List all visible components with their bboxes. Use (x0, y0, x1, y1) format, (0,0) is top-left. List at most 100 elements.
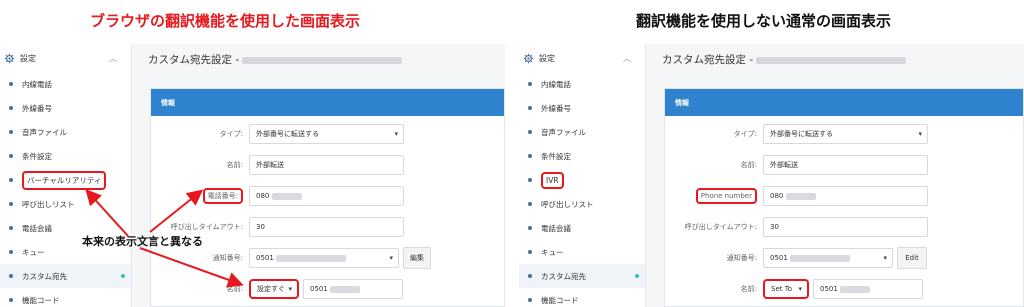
info-card: 情報 タイプ: 外部番号に転送する ▾ 名前: 外部転送 電話番号: 080 呼び… (150, 88, 505, 307)
name-label: 名前: (740, 161, 757, 169)
name-label: 名前: (226, 161, 243, 169)
type-label: タイプ: (219, 130, 243, 138)
sidebar-list: 内線電話 外線番号 音声ファイル 条件設定 IVR 呼び出しリスト 電話会議 キ… (519, 72, 645, 307)
type-select[interactable]: 外部番号に転送する ▾ (249, 124, 404, 144)
sidebar-item-external-number[interactable]: 外線番号 (0, 96, 131, 120)
set-to-value: 設定すぐ (257, 285, 285, 293)
sidebar-item-label: バーチャルリアリティ (22, 170, 107, 190)
sidebar-item-label: 内線電話 (22, 79, 52, 89)
sidebar-item-label: カスタム宛先 (22, 271, 67, 281)
bullet-icon (528, 250, 532, 254)
redacted-text (271, 192, 302, 200)
gear-icon (523, 53, 534, 63)
sidebar-item-feature-code[interactable]: 機能コード (519, 288, 645, 307)
timeout-label: 呼び出しタイムアウト: (170, 223, 243, 231)
phone-input[interactable]: 080 (249, 186, 404, 206)
active-indicator (635, 274, 639, 278)
sidebar-item-label: 音声ファイル (541, 127, 586, 137)
set-to-select[interactable]: 設定すぐ ▾ (249, 279, 299, 299)
sidebar-item-label: 音声ファイル (22, 127, 67, 137)
chevron-up-icon[interactable]: ︿ (623, 53, 631, 64)
chevron-down-icon: ▾ (394, 130, 398, 138)
bullet-icon (528, 130, 532, 134)
sidebar-item-custom-destination[interactable]: カスタム宛先 (519, 264, 645, 288)
sidebar-list: 内線電話 外線番号 音声ファイル 条件設定 バーチャルリアリティ 呼び出しリスト… (0, 72, 131, 307)
sidebar-item-extension[interactable]: 内線電話 (0, 72, 131, 96)
sidebar-item-audio-file[interactable]: 音声ファイル (519, 120, 645, 144)
redacted-text (756, 56, 907, 64)
type-select[interactable]: 外部番号に転送する ▾ (763, 124, 928, 144)
redacted-text (785, 192, 816, 200)
edit-button[interactable]: 編集 (403, 247, 431, 269)
phone-value: 080 (770, 192, 784, 200)
name2-input[interactable]: 0501 (813, 279, 923, 299)
redacted-text (840, 285, 871, 293)
chevron-up-icon[interactable]: ︿ (109, 53, 117, 64)
settings-header-label: 設定 (539, 53, 555, 63)
sidebar-item-audio-file[interactable]: 音声ファイル (0, 120, 131, 144)
card-title: 情報 (665, 89, 1023, 116)
right-caption: 翻訳機能を使用しない通常の画面表示 (636, 12, 892, 30)
bullet-icon (9, 82, 13, 86)
timeout-input[interactable]: 30 (763, 217, 928, 237)
sidebar-item-feature-code[interactable]: 機能コード (0, 288, 131, 307)
sidebar-item-label: 機能コード (541, 295, 579, 305)
bullet-icon (528, 154, 532, 158)
settings-header[interactable]: 設定 ︿ (519, 44, 645, 72)
timeout-label: 呼び出しタイムアウト: (684, 223, 757, 231)
bullet-icon (528, 298, 532, 302)
sidebar-item-extension[interactable]: 内線電話 (519, 72, 645, 96)
sidebar-item-conditions[interactable]: 条件設定 (519, 144, 645, 168)
name2-row: 名前: Set To ▾ 0501 (665, 279, 923, 299)
sidebar-item-conditions[interactable]: 条件設定 (0, 144, 131, 168)
bullet-icon (9, 274, 13, 278)
notify-select[interactable]: 0501 ▾ (763, 248, 893, 268)
translated-screenshot: 設定 ︿ 内線電話 外線番号 音声ファイル 条件設定 バーチャルリアリティ 呼び… (0, 44, 505, 307)
name-input[interactable]: 外部転送 (763, 155, 928, 175)
name2-input[interactable]: 0501 (303, 279, 403, 299)
name2-row: 名前: 設定すぐ ▾ 0501 (151, 279, 403, 299)
notify-label: 通知番号: (212, 254, 243, 262)
sidebar-item-label: キュー (22, 247, 45, 257)
chevron-down-icon: ▾ (798, 285, 802, 293)
sidebar-item-queue[interactable]: キュー (519, 240, 645, 264)
left-caption: ブラウザの翻訳機能を使用した画面表示 (90, 12, 361, 30)
card-title: 情報 (151, 89, 504, 116)
notify-label: 通知番号: (726, 254, 757, 262)
type-row: タイプ: 外部番号に転送する ▾ (665, 124, 928, 144)
bullet-icon (9, 130, 13, 134)
type-select-value: 外部番号に転送する (256, 130, 319, 138)
sidebar-item-call-list[interactable]: 呼び出しリスト (0, 192, 131, 216)
chevron-down-icon: ▾ (389, 254, 393, 262)
edit-button[interactable]: Edit (897, 247, 927, 269)
sidebar-item-external-number[interactable]: 外線番号 (519, 96, 645, 120)
sidebar-item-ivr[interactable]: IVR (519, 168, 645, 192)
redacted-text (276, 254, 347, 262)
sidebar-item-call-list[interactable]: 呼び出しリスト (519, 192, 645, 216)
sidebar-item-label: 機能コード (22, 295, 60, 305)
bullet-icon (528, 274, 532, 278)
notify-select[interactable]: 0501 ▾ (249, 248, 399, 268)
phone-label-wrap: 電話番号: (151, 188, 249, 204)
bullet-icon (9, 226, 13, 230)
timeout-input[interactable]: 30 (249, 217, 404, 237)
chevron-down-icon: ▾ (883, 254, 887, 262)
sidebar-item-label: 条件設定 (541, 151, 571, 161)
sidebar-item-conference[interactable]: 電話会議 (519, 216, 645, 240)
bullet-icon (9, 106, 13, 110)
set-to-select[interactable]: Set To ▾ (763, 279, 809, 299)
settings-header[interactable]: 設定 ︿ (0, 44, 131, 72)
bullet-icon (9, 298, 13, 302)
bullet-icon (9, 178, 13, 182)
name-input[interactable]: 外部転送 (249, 155, 404, 175)
sidebar-item-label: キュー (541, 247, 564, 257)
sidebar-item-custom-destination[interactable]: カスタム宛先 (0, 264, 131, 288)
main-panel: カスタム宛先設定 - 情報 タイプ: 外部番号に転送する ▾ 名前: 外部転送 P… (646, 44, 1024, 307)
phone-row: Phone number 080 (665, 186, 928, 206)
original-screenshot: 設定 ︿ 内線電話 外線番号 音声ファイル 条件設定 IVR 呼び出しリスト 電… (519, 44, 1024, 307)
sidebar-item-ivr[interactable]: バーチャルリアリティ (0, 168, 131, 192)
notify-value: 0501 (256, 254, 274, 262)
settings-header-label: 設定 (20, 53, 36, 63)
phone-input[interactable]: 080 (763, 186, 928, 206)
sidebar-item-label: 条件設定 (22, 151, 52, 161)
